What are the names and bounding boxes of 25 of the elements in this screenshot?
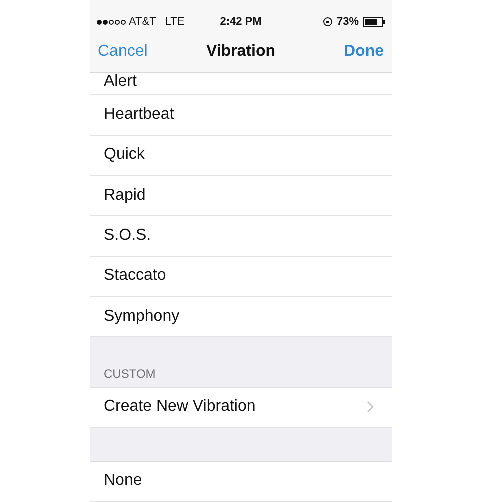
row-label: Rapid xyxy=(104,186,146,205)
battery-icon xyxy=(363,17,385,27)
list-row[interactable]: Quick xyxy=(90,136,392,176)
row-label: Symphony xyxy=(104,308,180,326)
list-row[interactable]: None xyxy=(90,462,392,502)
done-button[interactable]: Done xyxy=(344,43,384,61)
list-row[interactable]: Staccato xyxy=(90,256,392,297)
cancel-button[interactable]: Cancel xyxy=(98,43,148,61)
chevron-icon xyxy=(367,401,374,414)
rotation-lock-icon xyxy=(322,17,333,27)
signal-icon xyxy=(97,20,126,24)
network-type: LTE xyxy=(165,16,185,28)
row-label: Staccato xyxy=(104,267,166,286)
battery-percent: 73% xyxy=(336,16,359,28)
row-label: S.O.S. xyxy=(104,226,152,245)
list-row[interactable]: Create New Vibration xyxy=(90,388,392,428)
row-label: None xyxy=(104,472,142,490)
clock-time: 2:42 PM xyxy=(220,16,262,28)
section-title: CUSTOM xyxy=(104,366,156,381)
screen-title: Vibration xyxy=(206,43,276,61)
carrier-name: AT&T xyxy=(129,16,156,28)
row-label: Alert xyxy=(104,73,137,90)
row-label: Quick xyxy=(104,146,145,164)
row-label: Heartbeat xyxy=(104,106,174,124)
row-label: Create New Vibration xyxy=(104,398,256,416)
